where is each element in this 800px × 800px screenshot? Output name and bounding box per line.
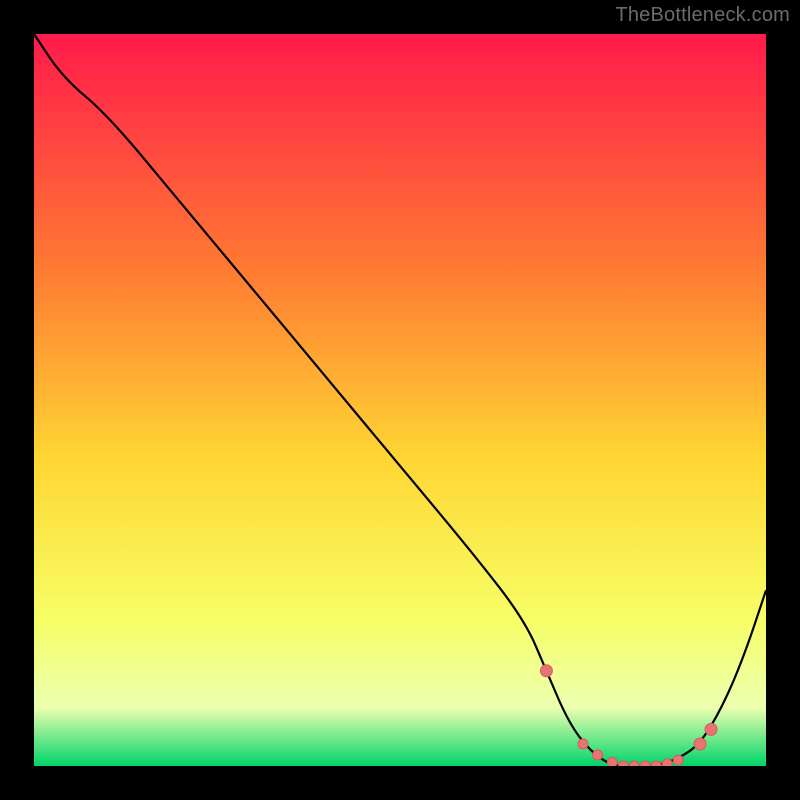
chart-svg — [34, 34, 766, 766]
attribution-label: TheBottleneck.com — [615, 4, 790, 27]
marker-dot — [540, 665, 552, 677]
plot-area — [34, 34, 766, 766]
marker-dot — [607, 757, 617, 766]
chart-container: TheBottleneck.com — [0, 0, 800, 800]
marker-dot — [662, 759, 672, 766]
marker-dot — [694, 738, 706, 750]
marker-dot — [673, 755, 683, 765]
gradient-background — [34, 34, 766, 766]
marker-dot — [593, 750, 603, 760]
marker-dot — [705, 723, 717, 735]
marker-dot — [578, 739, 588, 749]
